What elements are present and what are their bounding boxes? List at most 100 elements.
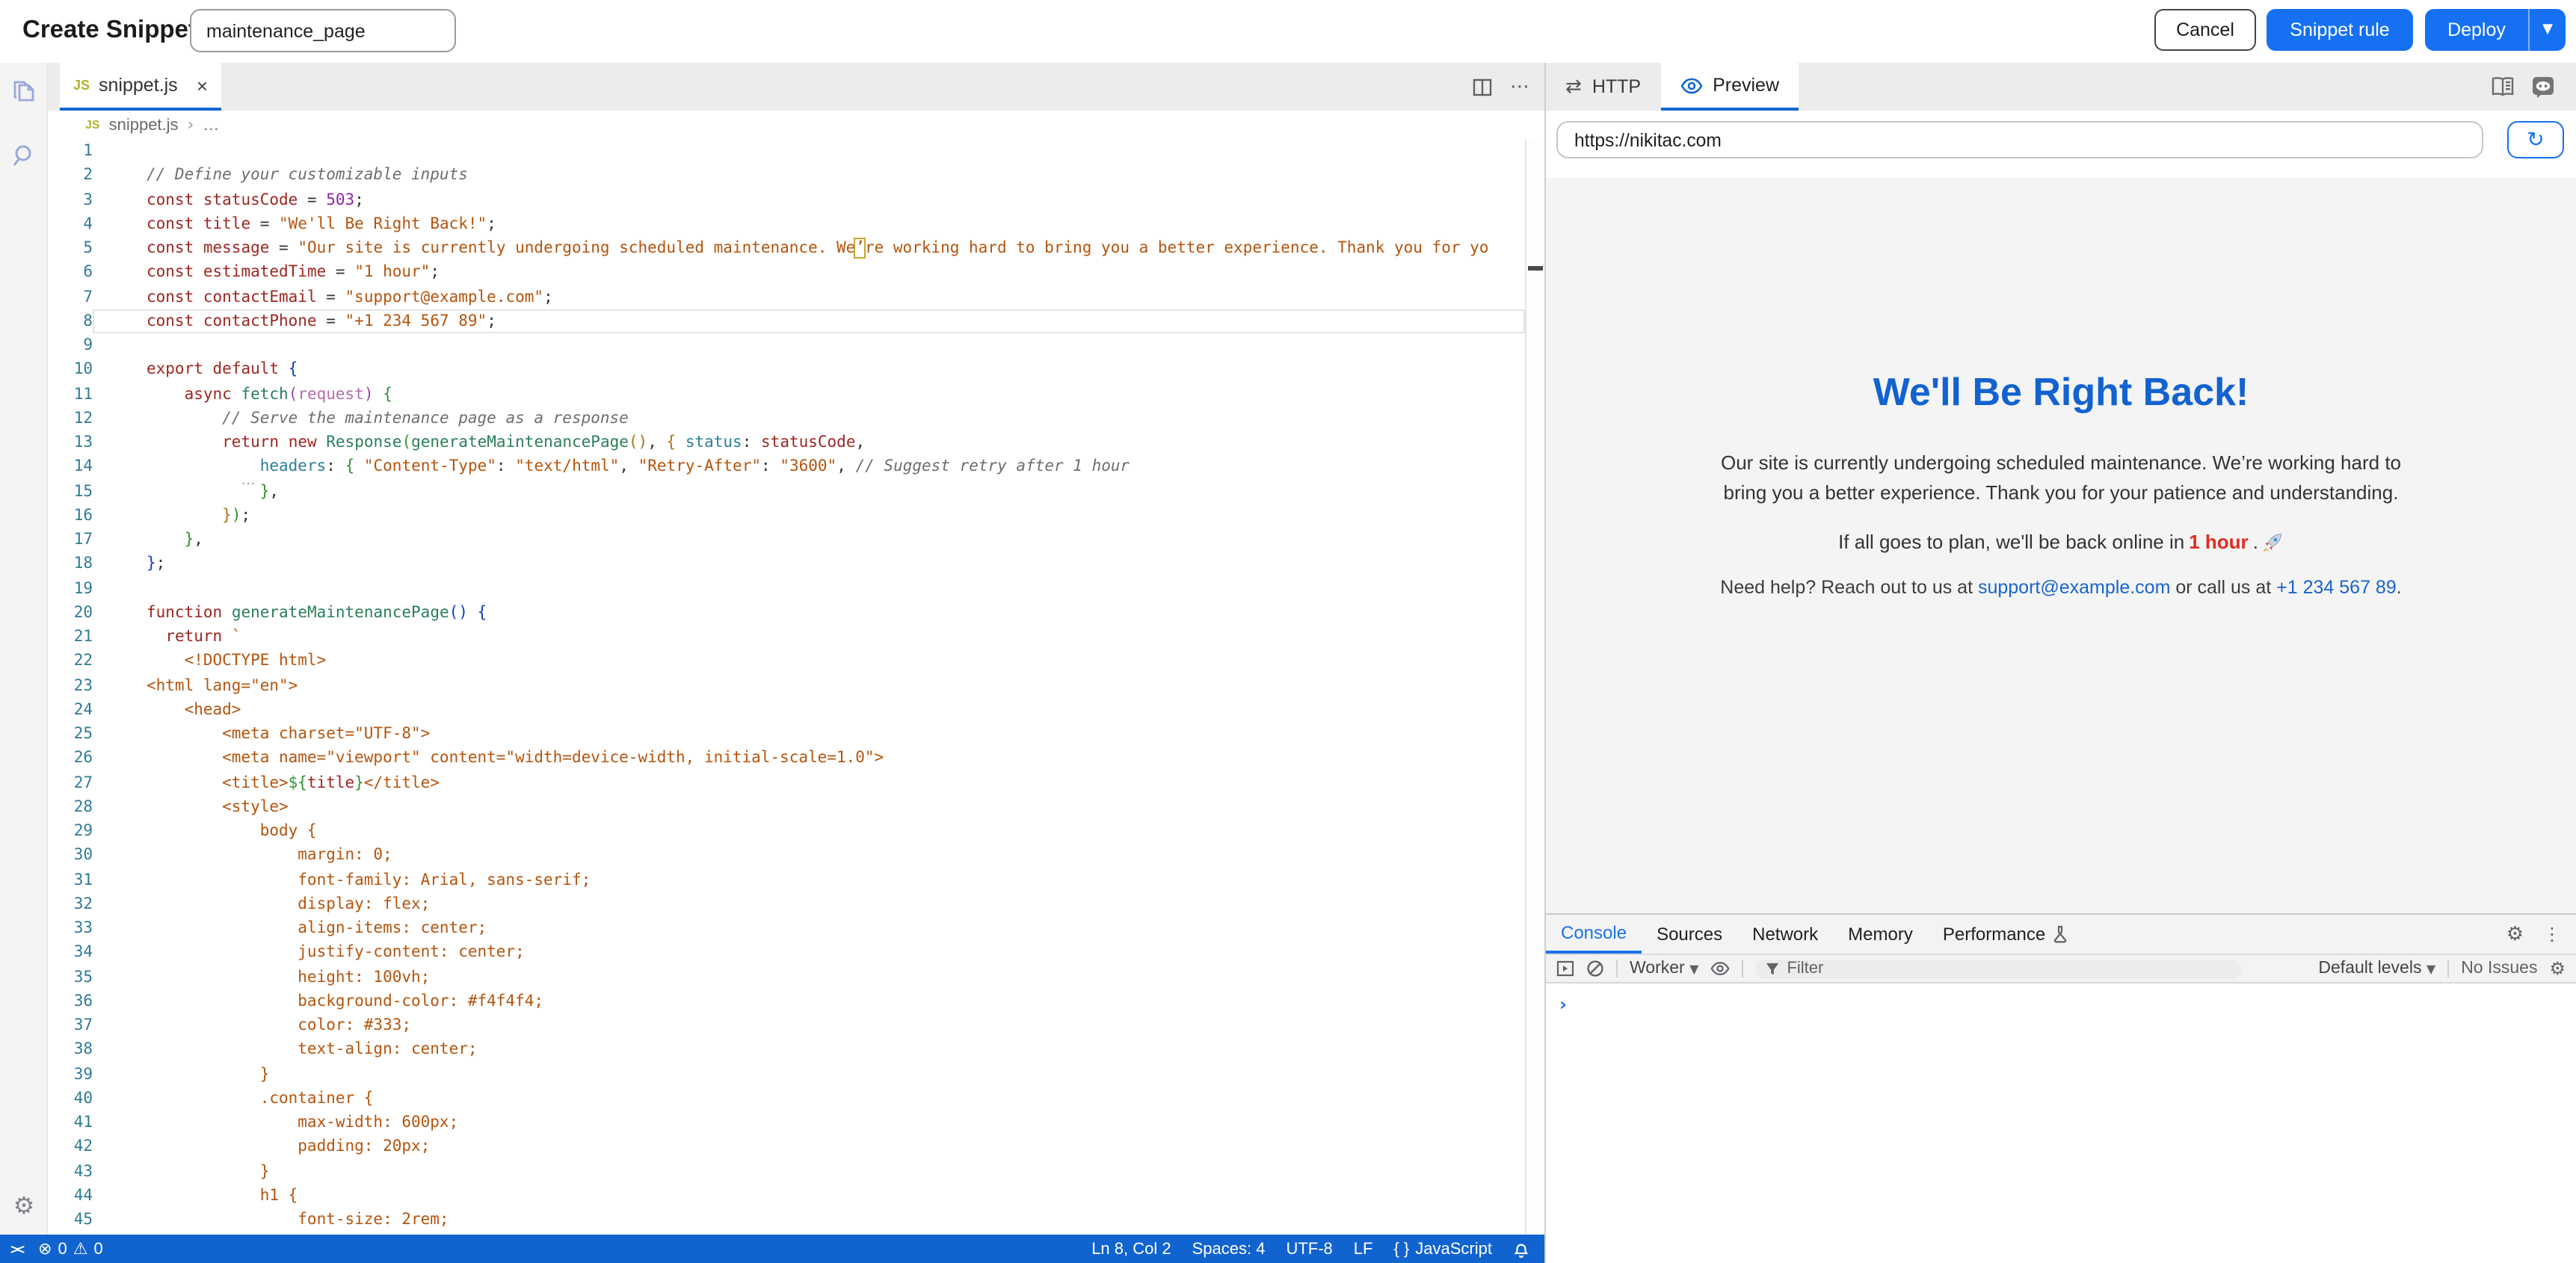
deploy-button[interactable]: Deploy ▼	[2425, 9, 2566, 51]
notifications-bell-icon[interactable]	[1513, 1240, 1529, 1258]
code-text[interactable]: <!DOCTYPE html>	[93, 649, 1525, 674]
code-text[interactable]: max-width: 600px;	[93, 1111, 1525, 1135]
tab-preview[interactable]: Preview	[1660, 63, 1799, 111]
code-line[interactable]: 13 return new Response(generateMaintenan…	[48, 430, 1525, 455]
context-selector[interactable]: Worker ▼	[1630, 960, 1698, 978]
code-text[interactable]: text-align: center;	[93, 1038, 1525, 1063]
url-input[interactable]	[1556, 121, 2483, 158]
docs-book-icon[interactable]	[2491, 76, 2515, 97]
devtools-settings-gear-icon[interactable]: ⚙	[2506, 923, 2524, 945]
code-line[interactable]: 10export default {	[48, 358, 1525, 383]
code-text[interactable]: <style>	[93, 795, 1525, 820]
code-text[interactable]: }	[93, 1062, 1525, 1087]
code-text[interactable]: const estimatedTime = "1 hour";	[93, 261, 1525, 285]
tab-console[interactable]: Console	[1546, 915, 1642, 954]
code-text[interactable]: return new Response(generateMaintenanceP…	[93, 430, 1525, 455]
code-line[interactable]: 39 }	[48, 1062, 1525, 1087]
code-text[interactable]: font-family: Arial, sans-serif;	[93, 868, 1525, 892]
remote-indicator-icon[interactable]: ><	[10, 1241, 23, 1256]
snippet-name-input[interactable]	[190, 9, 456, 52]
code-line[interactable]: 3const statusCode = 503;	[48, 188, 1525, 212]
code-text[interactable]: function generateMaintenancePage() {	[93, 601, 1525, 626]
code-text[interactable]: <head>	[93, 698, 1525, 723]
code-line[interactable]: 26 <meta name="viewport" content="width=…	[48, 747, 1525, 771]
code-line[interactable]: 1	[48, 139, 1525, 164]
code-text[interactable]: <html lang="en">	[93, 673, 1525, 698]
clear-console-icon[interactable]	[1586, 960, 1604, 978]
deploy-dropdown-caret[interactable]: ▼	[2528, 9, 2566, 51]
tab-performance[interactable]: Performance	[1928, 915, 2083, 954]
log-levels-selector[interactable]: Default levels ▼	[2318, 960, 2435, 978]
code-line[interactable]: 42 padding: 20px;	[48, 1135, 1525, 1160]
code-text[interactable]: align-items: center;	[93, 916, 1525, 941]
code-line[interactable]: 27 <title>${title}</title>	[48, 771, 1525, 795]
more-actions-icon[interactable]: ⋯	[1510, 75, 1529, 98]
code-text[interactable]: });	[93, 504, 1525, 528]
code-line[interactable]: 12 // Serve the maintenance page as a re…	[48, 407, 1525, 431]
code-line[interactable]: 38 text-align: center;	[48, 1038, 1525, 1063]
code-text[interactable]: color: #333;	[93, 1013, 1525, 1038]
tab-network[interactable]: Network	[1737, 915, 1833, 954]
code-line[interactable]: 30 margin: 0;	[48, 844, 1525, 868]
problems-indicator[interactable]: ⊗0 ⚠0	[38, 1239, 103, 1259]
code-line[interactable]: 14 headers: { "Content-Type": "text/html…	[48, 455, 1525, 480]
code-line[interactable]: 33 align-items: center;	[48, 916, 1525, 941]
code-line[interactable]: 8const contactPhone = "+1 234 567 89";	[48, 309, 1525, 334]
search-icon[interactable]	[7, 139, 40, 172]
code-line[interactable]: 24 <head>	[48, 698, 1525, 723]
code-line[interactable]: 34 justify-content: center;	[48, 941, 1525, 966]
code-text[interactable]: async fetch(request) {	[93, 382, 1525, 407]
code-text[interactable]: margin: 0;	[93, 844, 1525, 868]
code-line[interactable]: 45 font-size: 2rem;	[48, 1208, 1525, 1232]
devtools-kebab-menu-icon[interactable]: ⋮	[2543, 924, 2561, 945]
issues-counter[interactable]: No Issues	[2461, 960, 2537, 978]
phone-link[interactable]: +1 234 567 89	[2276, 577, 2397, 598]
code-text[interactable]: padding: 20px;	[93, 1135, 1525, 1160]
eol-sequence[interactable]: LF	[1354, 1240, 1373, 1258]
code-line[interactable]: 9	[48, 333, 1525, 358]
snippet-rule-button[interactable]: Snippet rule	[2267, 9, 2413, 51]
tab-http[interactable]: ⇄ HTTP	[1546, 63, 1660, 111]
code-text[interactable]: <meta name="viewport" content="width=dev…	[93, 747, 1525, 771]
code-text[interactable]: }	[93, 1159, 1525, 1184]
refresh-button[interactable]: ↻	[2507, 121, 2564, 158]
code-text[interactable]: height: 100vh;	[93, 965, 1525, 989]
console-prompt-chevron[interactable]: ›	[1546, 983, 2576, 1015]
tab-snippet-js[interactable]: JS snippet.js ×	[60, 63, 221, 111]
console-settings-gear-icon[interactable]: ⚙	[2549, 958, 2566, 979]
code-line[interactable]: 18};	[48, 552, 1525, 577]
code-line[interactable]: 6const estimatedTime = "1 hour";	[48, 261, 1525, 285]
settings-gear-icon[interactable]: ⚙	[7, 1188, 40, 1221]
discord-icon[interactable]	[2531, 75, 2555, 98]
code-text[interactable]: },	[93, 479, 1525, 504]
breadcrumb[interactable]: JS snippet.js › …	[48, 111, 1544, 139]
code-line[interactable]: 44 h1 {	[48, 1184, 1525, 1208]
encoding[interactable]: UTF-8	[1286, 1240, 1332, 1258]
tab-sources[interactable]: Sources	[1642, 915, 1737, 954]
split-editor-icon[interactable]	[1473, 77, 1492, 96]
code-text[interactable]: body {	[93, 819, 1525, 844]
code-text[interactable]: const statusCode = 503;	[93, 188, 1525, 212]
code-line[interactable]: 22 <!DOCTYPE html>	[48, 649, 1525, 674]
language-mode[interactable]: { }JavaScript	[1393, 1240, 1492, 1258]
code-text[interactable]: return `	[93, 625, 1525, 649]
code-text[interactable]: .container {	[93, 1087, 1525, 1111]
code-text[interactable]: const title = "We'll Be Right Back!";	[93, 212, 1525, 237]
code-line[interactable]: 11 async fetch(request) {	[48, 382, 1525, 407]
code-line[interactable]: 4const title = "We'll Be Right Back!";	[48, 212, 1525, 237]
indentation[interactable]: Spaces: 4	[1192, 1240, 1266, 1258]
code-line[interactable]: 35 height: 100vh;	[48, 965, 1525, 989]
code-text[interactable]	[93, 139, 1525, 164]
code-text[interactable]: // Serve the maintenance page as a respo…	[93, 407, 1525, 431]
code-line[interactable]: 7const contactEmail = "support@example.c…	[48, 285, 1525, 309]
code-text[interactable]: background-color: #f4f4f4;	[93, 989, 1525, 1014]
code-line[interactable]: 29 body {	[48, 819, 1525, 844]
code-line[interactable]: 36 background-color: #f4f4f4;	[48, 989, 1525, 1014]
code-text[interactable]: // Define your customizable inputs	[93, 164, 1525, 188]
console-filter-input[interactable]: Filter	[1755, 959, 2241, 978]
live-expression-eye-icon[interactable]	[1710, 961, 1730, 976]
breadcrumb-symbol[interactable]: …	[203, 116, 219, 134]
code-line[interactable]: 5const message = "Our site is currently …	[48, 236, 1525, 261]
tab-memory[interactable]: Memory	[1833, 915, 1928, 954]
code-text[interactable]: const contactEmail = "support@example.co…	[93, 285, 1525, 309]
